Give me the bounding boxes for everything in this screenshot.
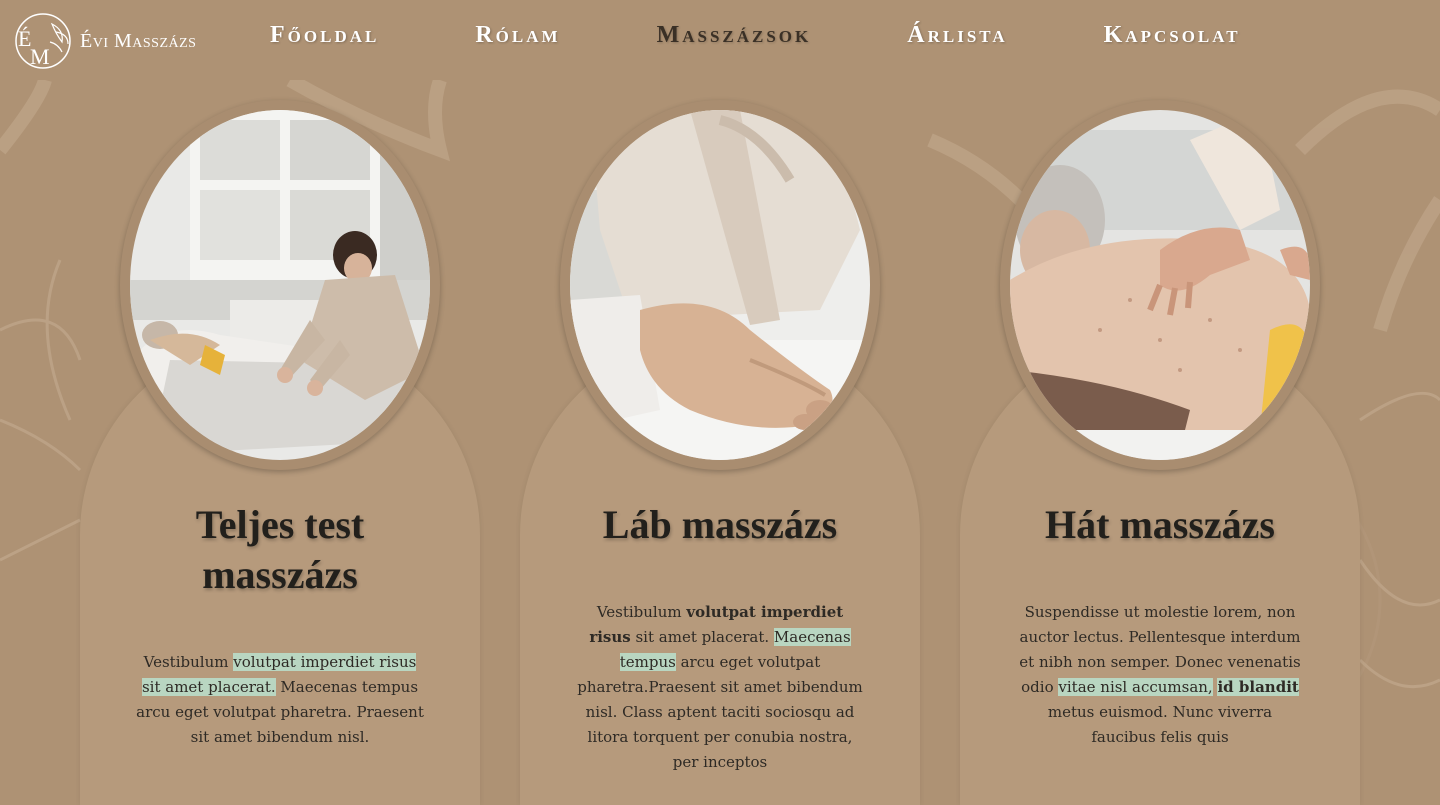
foot-massage-photo <box>570 110 870 460</box>
nav-item-masszazsok[interactable]: Masszázsok <box>637 22 832 49</box>
text-segment: Vestibulum <box>143 653 234 671</box>
card-text-foot: Vestibulum volutpat imperdiet risus sit … <box>575 600 865 775</box>
brand-logo[interactable]: É M Évi Masszázs <box>12 12 196 70</box>
leaf-monogram-icon: É M <box>15 13 71 69</box>
nav-item-fooldal[interactable]: Főoldal <box>250 22 399 49</box>
card-text-full-body: Vestibulum volutpat imperdiet risus sit … <box>135 650 425 750</box>
main-nav: Főoldal Rólam Masszázsok Árlista Kapcsol… <box>250 22 1317 49</box>
nav-item-arlista[interactable]: Árlista <box>887 22 1027 49</box>
nav-item-kapcsolat[interactable]: Kapcsolat <box>1084 22 1261 49</box>
photo-frame-back <box>1000 100 1320 470</box>
card-title-back: Hát masszázs <box>1045 502 1275 547</box>
text-segment: Vestibulum <box>596 603 687 621</box>
nav-item-rolam[interactable]: Rólam <box>455 22 580 49</box>
bold-highlighted-text: id blandit <box>1217 678 1299 696</box>
highlighted-text: vitae nisl accumsan, <box>1058 678 1213 696</box>
svg-text:M: M <box>30 44 50 69</box>
photo-frame-full-body <box>120 100 440 470</box>
site-header: É M Évi Masszázs Főoldal Rólam Masszázso… <box>0 0 1440 80</box>
full-body-massage-photo <box>130 110 430 460</box>
text-segment: metus euismod. Nunc viverra faucibus fel… <box>1047 703 1273 746</box>
photo-frame-foot <box>560 100 880 470</box>
card-title-foot: Láb masszázs <box>602 502 838 547</box>
card-title-full-body: Teljes test masszázs <box>195 502 365 597</box>
card-text-back: Suspendisse ut molestie lorem, non aucto… <box>1015 600 1305 750</box>
text-segment: sit amet placerat. <box>630 628 774 646</box>
back-massage-photo <box>1010 110 1310 460</box>
brand-name: Évi Masszázs <box>80 29 197 52</box>
